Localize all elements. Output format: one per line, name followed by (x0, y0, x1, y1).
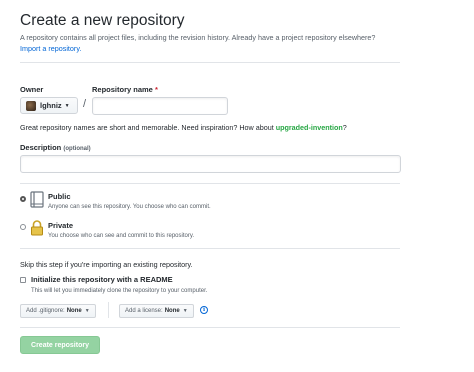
book-icon (30, 191, 44, 213)
page-subtitle: A repository contains all project files,… (20, 33, 376, 42)
name-hint: Great repository names are short and mem… (20, 123, 347, 132)
select-separator (108, 302, 109, 318)
owner-repo-separator: / (83, 98, 87, 110)
license-select[interactable]: Add a license: None ▼ (119, 304, 194, 318)
skip-hint: Skip this step if you're importing an ex… (20, 260, 193, 269)
required-asterisk: * (154, 85, 158, 94)
private-description: You choose who can see and commit to thi… (48, 233, 195, 239)
public-radio[interactable] (20, 196, 26, 202)
divider (20, 327, 400, 328)
owner-name: lghniz (40, 101, 62, 110)
lock-icon (30, 219, 44, 241)
description-label-text: Description (20, 143, 62, 152)
readme-description: This will let you immediately clone the … (31, 288, 208, 294)
gitignore-prefix: Add .gitignore: (26, 308, 65, 314)
avatar (26, 100, 36, 111)
owner-label: Owner (20, 85, 44, 94)
import-repository-link[interactable]: Import a repository. (20, 44, 81, 53)
divider (20, 248, 400, 249)
divider (20, 183, 400, 184)
info-icon[interactable]: i (200, 306, 208, 314)
name-hint-text: Great repository names are short and mem… (20, 123, 274, 132)
private-title: Private (48, 221, 74, 230)
readme-label[interactable]: Initialize this repository with a README (31, 275, 173, 284)
name-hint-suffix: ? (342, 123, 347, 132)
private-radio[interactable] (20, 224, 26, 230)
chevron-down-icon: ▼ (182, 308, 188, 314)
optional-tag: (optional) (63, 146, 91, 152)
public-title: Public (48, 192, 71, 201)
readme-checkbox[interactable] (20, 277, 26, 283)
page-title: Create a new repository (20, 12, 185, 29)
chevron-down-icon: ▼ (84, 308, 90, 314)
create-repository-button[interactable]: Create repository (20, 336, 100, 354)
license-prefix: Add a license: (125, 308, 163, 314)
chevron-down-icon: ▼ (64, 102, 70, 109)
gitignore-select[interactable]: Add .gitignore: None ▼ (20, 304, 96, 318)
repository-name-input[interactable] (92, 97, 228, 115)
divider (20, 62, 400, 63)
description-label: Description (optional) (20, 143, 91, 152)
repository-name-label-text: Repository name (92, 85, 153, 94)
public-description: Anyone can see this repository. You choo… (48, 204, 211, 210)
gitignore-value: None (66, 308, 82, 314)
license-value: None (164, 308, 180, 314)
repository-name-label: Repository name * (92, 85, 158, 94)
owner-dropdown[interactable]: lghniz ▼ (20, 97, 78, 114)
name-suggestion-link[interactable]: upgraded-invention (276, 123, 343, 132)
description-input[interactable] (20, 155, 401, 173)
